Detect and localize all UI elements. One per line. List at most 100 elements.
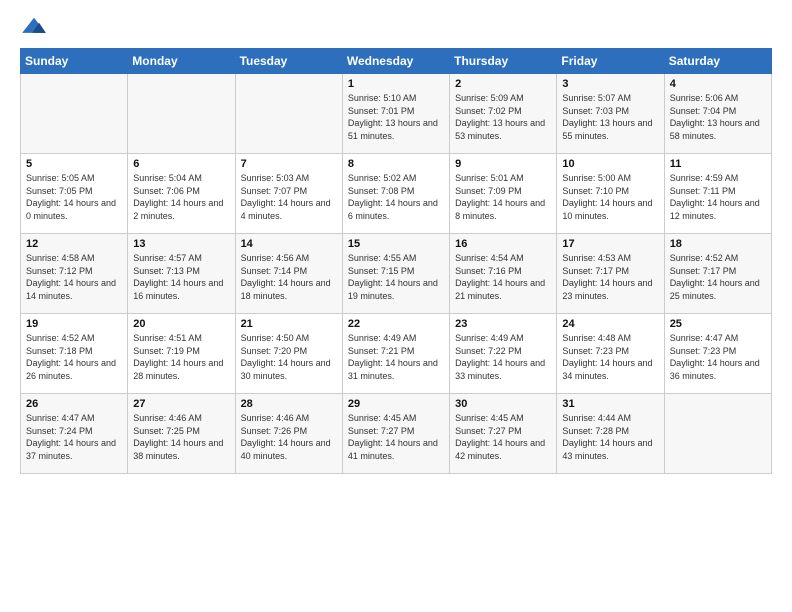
day-number: 17 (562, 238, 658, 250)
day-info: Sunrise: 4:48 AMSunset: 7:23 PMDaylight:… (562, 332, 658, 382)
calendar-cell (664, 394, 771, 474)
day-info: Sunrise: 4:46 AMSunset: 7:25 PMDaylight:… (133, 412, 229, 462)
day-number: 26 (26, 398, 122, 410)
calendar-cell: 22 Sunrise: 4:49 AMSunset: 7:21 PMDayligh… (342, 314, 449, 394)
weekday-header-saturday: Saturday (664, 49, 771, 74)
day-info: Sunrise: 4:52 AMSunset: 7:17 PMDaylight:… (670, 252, 766, 302)
day-number: 16 (455, 238, 551, 250)
day-number: 1 (348, 78, 444, 90)
calendar-cell: 8 Sunrise: 5:02 AMSunset: 7:08 PMDaylight… (342, 154, 449, 234)
day-number: 13 (133, 238, 229, 250)
calendar-week-row: 26 Sunrise: 4:47 AMSunset: 7:24 PMDayligh… (21, 394, 772, 474)
page-header (20, 16, 772, 38)
calendar-cell: 21 Sunrise: 4:50 AMSunset: 7:20 PMDayligh… (235, 314, 342, 394)
calendar-cell: 27 Sunrise: 4:46 AMSunset: 7:25 PMDayligh… (128, 394, 235, 474)
day-info: Sunrise: 5:10 AMSunset: 7:01 PMDaylight:… (348, 92, 444, 142)
weekday-header-row: SundayMondayTuesdayWednesdayThursdayFrid… (21, 49, 772, 74)
day-info: Sunrise: 4:45 AMSunset: 7:27 PMDaylight:… (348, 412, 444, 462)
day-info: Sunrise: 5:04 AMSunset: 7:06 PMDaylight:… (133, 172, 229, 222)
weekday-header-thursday: Thursday (450, 49, 557, 74)
calendar-cell: 3 Sunrise: 5:07 AMSunset: 7:03 PMDaylight… (557, 74, 664, 154)
day-number: 8 (348, 158, 444, 170)
calendar-cell: 17 Sunrise: 4:53 AMSunset: 7:17 PMDayligh… (557, 234, 664, 314)
day-number: 2 (455, 78, 551, 90)
day-number: 5 (26, 158, 122, 170)
calendar-week-row: 19Sunrise: 4:52 AMSunset: 7:18 PMDayligh… (21, 314, 772, 394)
day-number: 25 (670, 318, 766, 330)
calendar-cell: 9 Sunrise: 5:01 AMSunset: 7:09 PMDaylight… (450, 154, 557, 234)
calendar-cell: 30Sunrise: 4:45 AMSunset: 7:27 PMDayligh… (450, 394, 557, 474)
day-info: Sunrise: 4:51 AMSunset: 7:19 PMDaylight:… (133, 332, 229, 382)
calendar-cell: 25 Sunrise: 4:47 AMSunset: 7:23 PMDayligh… (664, 314, 771, 394)
day-info: Sunrise: 4:59 AMSunset: 7:11 PMDaylight:… (670, 172, 766, 222)
day-number: 10 (562, 158, 658, 170)
day-number: 3 (562, 78, 658, 90)
day-number: 28 (241, 398, 337, 410)
calendar-cell: 24 Sunrise: 4:48 AMSunset: 7:23 PMDayligh… (557, 314, 664, 394)
calendar-week-row: 1 Sunrise: 5:10 AMSunset: 7:01 PMDaylight… (21, 74, 772, 154)
day-number: 27 (133, 398, 229, 410)
calendar-cell: 4Sunrise: 5:06 AMSunset: 7:04 PMDaylight… (664, 74, 771, 154)
weekday-header-sunday: Sunday (21, 49, 128, 74)
calendar-table: SundayMondayTuesdayWednesdayThursdayFrid… (20, 48, 772, 474)
calendar-cell (128, 74, 235, 154)
day-number: 22 (348, 318, 444, 330)
logo-icon (20, 16, 48, 38)
day-number: 9 (455, 158, 551, 170)
day-number: 12 (26, 238, 122, 250)
day-info: Sunrise: 4:49 AMSunset: 7:22 PMDaylight:… (455, 332, 551, 382)
day-info: Sunrise: 4:46 AMSunset: 7:26 PMDaylight:… (241, 412, 337, 462)
calendar-week-row: 12 Sunrise: 4:58 AMSunset: 7:12 PMDayligh… (21, 234, 772, 314)
weekday-header-tuesday: Tuesday (235, 49, 342, 74)
day-number: 20 (133, 318, 229, 330)
day-info: Sunrise: 4:55 AMSunset: 7:15 PMDaylight:… (348, 252, 444, 302)
day-info: Sunrise: 5:07 AMSunset: 7:03 PMDaylight:… (562, 92, 658, 142)
day-number: 30 (455, 398, 551, 410)
calendar-cell: 29 Sunrise: 4:45 AMSunset: 7:27 PMDayligh… (342, 394, 449, 474)
day-info: Sunrise: 4:54 AMSunset: 7:16 PMDaylight:… (455, 252, 551, 302)
day-info: Sunrise: 5:09 AMSunset: 7:02 PMDaylight:… (455, 92, 551, 142)
calendar-cell: 23 Sunrise: 4:49 AMSunset: 7:22 PMDayligh… (450, 314, 557, 394)
day-info: Sunrise: 5:00 AMSunset: 7:10 PMDaylight:… (562, 172, 658, 222)
weekday-header-monday: Monday (128, 49, 235, 74)
day-info: Sunrise: 5:03 AMSunset: 7:07 PMDaylight:… (241, 172, 337, 222)
day-info: Sunrise: 4:53 AMSunset: 7:17 PMDaylight:… (562, 252, 658, 302)
day-info: Sunrise: 5:02 AMSunset: 7:08 PMDaylight:… (348, 172, 444, 222)
calendar-cell: 15Sunrise: 4:55 AMSunset: 7:15 PMDayligh… (342, 234, 449, 314)
calendar-cell: 11Sunrise: 4:59 AMSunset: 7:11 PMDayligh… (664, 154, 771, 234)
day-number: 4 (670, 78, 766, 90)
logo (20, 16, 52, 38)
day-info: Sunrise: 4:44 AMSunset: 7:28 PMDaylight:… (562, 412, 658, 462)
calendar-cell (235, 74, 342, 154)
day-number: 24 (562, 318, 658, 330)
day-info: Sunrise: 5:01 AMSunset: 7:09 PMDaylight:… (455, 172, 551, 222)
day-number: 14 (241, 238, 337, 250)
day-info: Sunrise: 4:49 AMSunset: 7:21 PMDaylight:… (348, 332, 444, 382)
day-number: 23 (455, 318, 551, 330)
day-number: 19 (26, 318, 122, 330)
calendar-cell: 13Sunrise: 4:57 AMSunset: 7:13 PMDayligh… (128, 234, 235, 314)
day-number: 18 (670, 238, 766, 250)
day-number: 6 (133, 158, 229, 170)
day-info: Sunrise: 4:47 AMSunset: 7:24 PMDaylight:… (26, 412, 122, 462)
day-info: Sunrise: 4:58 AMSunset: 7:12 PMDaylight:… (26, 252, 122, 302)
day-number: 31 (562, 398, 658, 410)
day-number: 29 (348, 398, 444, 410)
calendar-cell: 14Sunrise: 4:56 AMSunset: 7:14 PMDayligh… (235, 234, 342, 314)
calendar-cell (21, 74, 128, 154)
calendar-cell: 31 Sunrise: 4:44 AMSunset: 7:28 PMDayligh… (557, 394, 664, 474)
calendar-cell: 28 Sunrise: 4:46 AMSunset: 7:26 PMDayligh… (235, 394, 342, 474)
calendar-cell: 12 Sunrise: 4:58 AMSunset: 7:12 PMDayligh… (21, 234, 128, 314)
day-info: Sunrise: 5:05 AMSunset: 7:05 PMDaylight:… (26, 172, 122, 222)
calendar-cell: 6 Sunrise: 5:04 AMSunset: 7:06 PMDaylight… (128, 154, 235, 234)
calendar-cell: 16 Sunrise: 4:54 AMSunset: 7:16 PMDayligh… (450, 234, 557, 314)
day-info: Sunrise: 4:50 AMSunset: 7:20 PMDaylight:… (241, 332, 337, 382)
weekday-header-wednesday: Wednesday (342, 49, 449, 74)
calendar-cell: 2 Sunrise: 5:09 AMSunset: 7:02 PMDaylight… (450, 74, 557, 154)
calendar-cell: 7Sunrise: 5:03 AMSunset: 7:07 PMDaylight… (235, 154, 342, 234)
day-info: Sunrise: 4:47 AMSunset: 7:23 PMDaylight:… (670, 332, 766, 382)
calendar-cell: 19Sunrise: 4:52 AMSunset: 7:18 PMDayligh… (21, 314, 128, 394)
calendar-cell: 5 Sunrise: 5:05 AMSunset: 7:05 PMDaylight… (21, 154, 128, 234)
calendar-cell: 18 Sunrise: 4:52 AMSunset: 7:17 PMDayligh… (664, 234, 771, 314)
day-number: 21 (241, 318, 337, 330)
